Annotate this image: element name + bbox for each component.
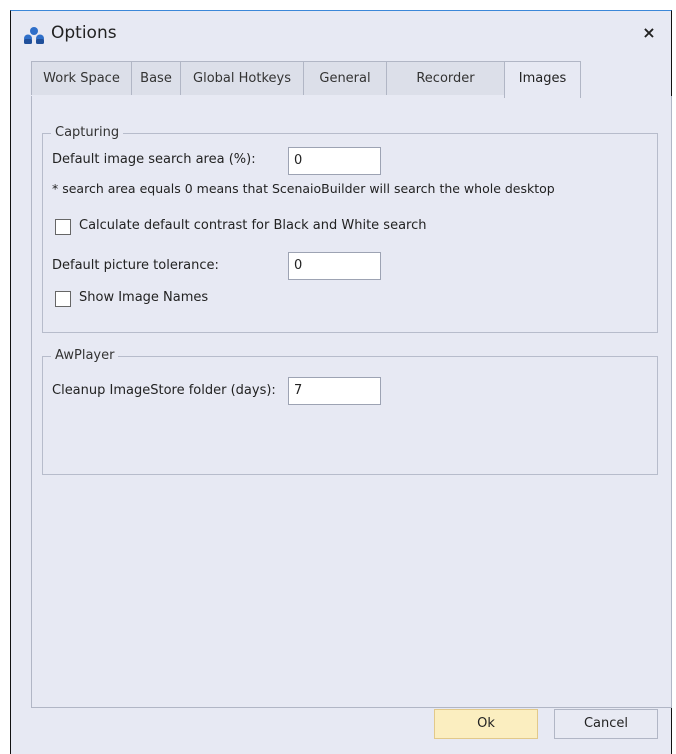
tab-base[interactable]: Base bbox=[131, 61, 181, 95]
search-area-note: * search area equals 0 means that Scenai… bbox=[52, 181, 555, 196]
awplayer-group-title: AwPlayer bbox=[51, 348, 119, 363]
contrast-checkbox-label[interactable]: Calculate default contrast for Black and… bbox=[79, 218, 427, 233]
show-image-names-checkbox[interactable] bbox=[55, 291, 71, 307]
capturing-group-title: Capturing bbox=[51, 125, 124, 140]
options-dialog: Options × Work Space Base Global Hotkeys… bbox=[10, 10, 672, 754]
ok-button[interactable]: Ok bbox=[434, 709, 538, 739]
cancel-button[interactable]: Cancel bbox=[554, 709, 658, 739]
tab-recorder[interactable]: Recorder bbox=[386, 61, 505, 95]
tab-global-hotkeys[interactable]: Global Hotkeys bbox=[180, 61, 304, 95]
search-area-input[interactable]: 0 bbox=[288, 147, 381, 175]
close-button[interactable]: × bbox=[635, 20, 663, 46]
app-people-icon bbox=[24, 27, 44, 44]
tab-strip: Work Space Base Global Hotkeys General R… bbox=[31, 61, 671, 98]
capturing-group: Capturing Default image search area (%):… bbox=[42, 125, 658, 333]
tab-work-space[interactable]: Work Space bbox=[31, 61, 132, 95]
contrast-checkbox[interactable] bbox=[55, 219, 71, 235]
search-area-label: Default image search area (%): bbox=[52, 152, 256, 167]
tab-general[interactable]: General bbox=[303, 61, 387, 95]
cleanup-label: Cleanup ImageStore folder (days): bbox=[52, 383, 276, 398]
show-image-names-label[interactable]: Show Image Names bbox=[79, 290, 208, 305]
title-bar[interactable]: Options × bbox=[11, 11, 671, 55]
cleanup-days-input[interactable]: 7 bbox=[288, 377, 381, 405]
images-tab-panel: Capturing Default image search area (%):… bbox=[31, 96, 672, 708]
window-title: Options bbox=[51, 23, 117, 43]
close-icon: × bbox=[642, 23, 656, 42]
awplayer-group: AwPlayer Cleanup ImageStore folder (days… bbox=[42, 348, 658, 475]
tab-images[interactable]: Images bbox=[504, 61, 581, 98]
tolerance-label: Default picture tolerance: bbox=[52, 258, 219, 273]
tolerance-input[interactable]: 0 bbox=[288, 252, 381, 280]
